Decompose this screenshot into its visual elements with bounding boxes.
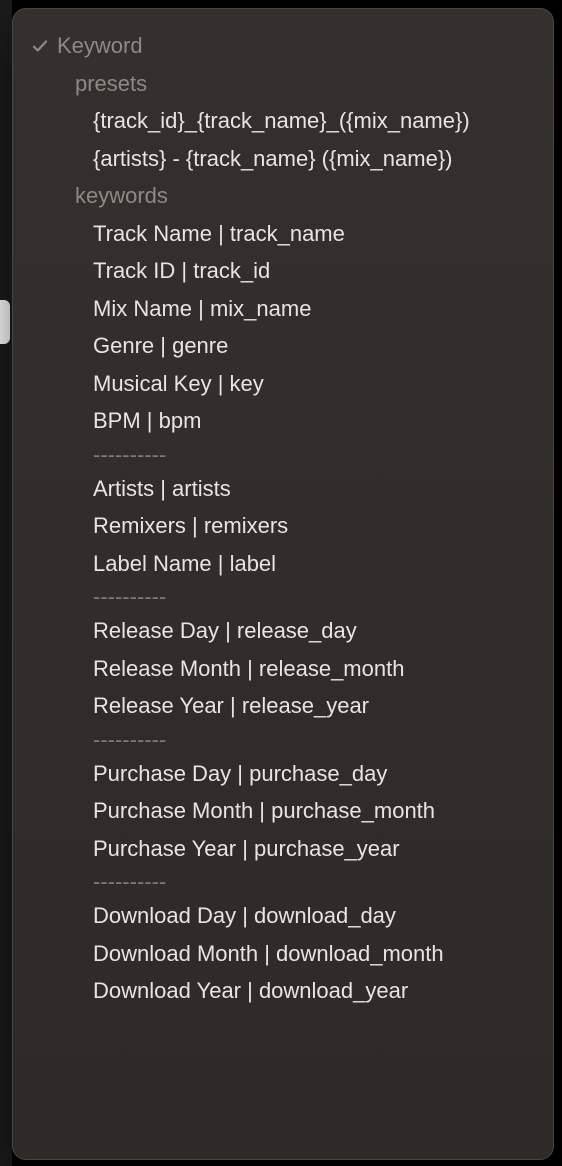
preset-label: {artists} - {track_name} ({mix_name}): [57, 145, 453, 173]
keyword-item-bpm[interactable]: BPM | bpm: [13, 402, 553, 440]
keyword-item-remixers[interactable]: Remixers | remixers: [13, 507, 553, 545]
divider: ----------: [13, 725, 553, 755]
section-header-presets: presets: [13, 65, 553, 103]
keyword-item-purchase-day[interactable]: Purchase Day | purchase_day: [13, 755, 553, 793]
keyword-label: Track Name | track_name: [57, 220, 345, 248]
menu-title-label: Keyword: [57, 32, 143, 60]
keyword-item-genre[interactable]: Genre | genre: [13, 327, 553, 365]
keyword-item-artists[interactable]: Artists | artists: [13, 470, 553, 508]
keyword-item-download-day[interactable]: Download Day | download_day: [13, 897, 553, 935]
preset-item[interactable]: {artists} - {track_name} ({mix_name}): [13, 140, 553, 178]
keyword-item-release-year[interactable]: Release Year | release_year: [13, 687, 553, 725]
divider: ----------: [13, 440, 553, 470]
keyword-label: Download Year | download_year: [57, 977, 408, 1005]
divider: ----------: [13, 582, 553, 612]
section-header-keywords: keywords: [13, 177, 553, 215]
keyword-label: Download Day | download_day: [57, 902, 396, 930]
preset-label: {track_id}_{track_name}_({mix_name}): [57, 107, 470, 135]
divider: ----------: [13, 867, 553, 897]
keyword-item-track-id[interactable]: Track ID | track_id: [13, 252, 553, 290]
keyword-item-download-month[interactable]: Download Month | download_month: [13, 935, 553, 973]
keyword-label: Musical Key | key: [57, 370, 264, 398]
section-label: keywords: [57, 182, 168, 210]
keyword-item-release-month[interactable]: Release Month | release_month: [13, 650, 553, 688]
checkmark-icon: [31, 37, 57, 55]
obscured-background: [0, 0, 12, 1166]
keyword-label: Release Month | release_month: [57, 655, 404, 683]
keyword-label: Remixers | remixers: [57, 512, 288, 540]
keyword-label: Purchase Day | purchase_day: [57, 760, 387, 788]
keyword-label: Mix Name | mix_name: [57, 295, 311, 323]
obscured-selection-pill: [0, 300, 10, 344]
keyword-label: Artists | artists: [57, 475, 231, 503]
preset-item[interactable]: {track_id}_{track_name}_({mix_name}): [13, 102, 553, 140]
keyword-item-purchase-year[interactable]: Purchase Year | purchase_year: [13, 830, 553, 868]
menu-item-keyword[interactable]: Keyword: [13, 27, 553, 65]
keyword-label: Purchase Month | purchase_month: [57, 797, 435, 825]
keyword-item-mix-name[interactable]: Mix Name | mix_name: [13, 290, 553, 328]
keyword-label: Purchase Year | purchase_year: [57, 835, 400, 863]
keyword-label: Release Day | release_day: [57, 617, 357, 645]
keyword-item-musical-key[interactable]: Musical Key | key: [13, 365, 553, 403]
keyword-label: BPM | bpm: [57, 407, 201, 435]
keyword-item-label-name[interactable]: Label Name | label: [13, 545, 553, 583]
keyword-item-release-day[interactable]: Release Day | release_day: [13, 612, 553, 650]
keyword-dropdown-menu: Keyword presets {track_id}_{track_name}_…: [12, 8, 554, 1160]
keyword-item-download-year[interactable]: Download Year | download_year: [13, 972, 553, 1010]
keyword-item-track-name[interactable]: Track Name | track_name: [13, 215, 553, 253]
keyword-label: Genre | genre: [57, 332, 228, 360]
keyword-label: Download Month | download_month: [57, 940, 444, 968]
section-label: presets: [57, 70, 147, 98]
keyword-item-purchase-month[interactable]: Purchase Month | purchase_month: [13, 792, 553, 830]
keyword-label: Track ID | track_id: [57, 257, 270, 285]
keyword-label: Label Name | label: [57, 550, 276, 578]
keyword-label: Release Year | release_year: [57, 692, 369, 720]
